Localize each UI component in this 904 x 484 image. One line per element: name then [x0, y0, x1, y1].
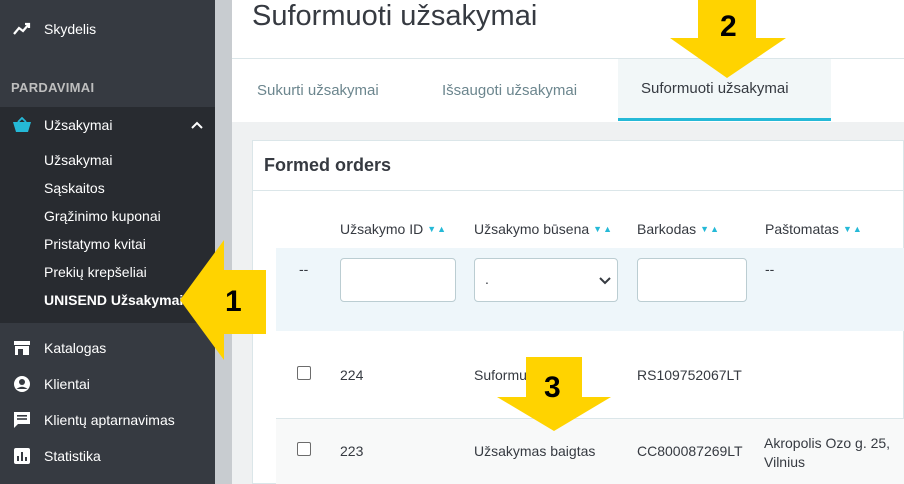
chevron-up-icon[interactable]	[191, 117, 203, 133]
sidebar-item-customers[interactable]: Klientai	[0, 373, 215, 395]
column-header-order-id[interactable]: Užsakymo ID ▼▲	[340, 221, 447, 237]
sidebar-item-label: Katalogas	[44, 340, 107, 356]
sort-icon[interactable]: ▼▲	[700, 224, 720, 234]
sidebar-subitem-carts[interactable]: Prekių krepšeliai	[44, 264, 147, 280]
bar-chart-icon	[11, 447, 33, 465]
annotation-number-2: 2	[720, 10, 737, 43]
sidebar-subitem-orders[interactable]: Užsakymai	[44, 152, 112, 168]
sidebar-item-customer-service[interactable]: Klientų aptarnavimas	[0, 409, 215, 431]
sort-icon[interactable]: ▼▲	[843, 224, 863, 234]
parcel-locker-cell: Akropolis Ozo g. 25, Vilnius	[764, 435, 891, 470]
panel-header: Formed orders	[253, 141, 904, 191]
annotation-number-3: 3	[544, 371, 561, 404]
order-id-cell: 224	[340, 367, 364, 383]
sidebar-item-label: Statistika	[44, 448, 101, 464]
column-label: Užsakymo ID	[340, 221, 424, 237]
select-value: .	[485, 271, 489, 287]
column-header-order-status[interactable]: Užsakymo būsena ▼▲	[474, 221, 613, 237]
tab-created-orders[interactable]: Sukurti užsakymai	[257, 59, 379, 121]
order-id-cell: 223	[340, 443, 364, 459]
sidebar-subitem-invoices[interactable]: Sąskaitos	[44, 180, 105, 196]
column-label: Paštomatas	[765, 221, 839, 237]
column-header-barcode[interactable]: Barkodas ▼▲	[637, 221, 720, 237]
filter-placeholder: --	[299, 261, 309, 277]
order-status-filter-select[interactable]: .	[474, 258, 618, 302]
sidebar-subitem-delivery-slips[interactable]: Pristatymo kvitai	[44, 236, 146, 252]
sidebar-subitem-credit-slips[interactable]: Grąžinimo kuponai	[44, 208, 161, 224]
barcode-cell: CC800087269LT	[637, 443, 743, 459]
chevron-down-icon	[599, 272, 611, 288]
filter-placeholder: --	[765, 261, 775, 277]
order-status-cell: Užsakymas baigtas	[474, 443, 596, 459]
panel-title: Formed orders	[264, 155, 392, 175]
tab-bar: Sukurti užsakymai Išsaugoti užsakymai Su…	[232, 58, 904, 121]
sort-icon[interactable]: ▼▲	[593, 224, 613, 234]
sidebar-item-dashboard[interactable]: Skydelis	[0, 18, 215, 40]
trending-up-icon	[11, 20, 33, 38]
row-checkbox[interactable]	[297, 366, 311, 380]
annotation-number-1: 1	[225, 285, 242, 318]
row-checkbox[interactable]	[297, 442, 311, 456]
basket-icon	[11, 116, 33, 134]
column-header-parcel-locker[interactable]: Paštomatas ▼▲	[765, 221, 863, 237]
sidebar-subitem-unisend-orders[interactable]: UNISEND Užsakymai	[44, 292, 183, 308]
sidebar-item-statistics[interactable]: Statistika	[0, 445, 215, 467]
page-title: Suformuoti užsakymai	[252, 0, 538, 32]
barcode-filter-input[interactable]	[637, 258, 747, 302]
barcode-cell: RS109752067LT	[637, 367, 742, 383]
sidebar-item-label: Skydelis	[44, 21, 97, 37]
column-label: Barkodas	[637, 221, 697, 237]
tab-saved-orders[interactable]: Išsaugoti užsakymai	[442, 59, 577, 121]
store-icon	[11, 339, 33, 357]
sort-icon[interactable]: ▼▲	[427, 224, 447, 234]
order-id-filter-input[interactable]	[340, 258, 456, 302]
column-label: Užsakymo būsena	[474, 221, 590, 237]
sidebar-item-orders[interactable]: Užsakymai	[0, 107, 215, 143]
sidebar-item-label: Klientų aptarnavimas	[44, 412, 175, 428]
account-circle-icon	[11, 375, 33, 393]
page-header: Suformuoti užsakymai Sukurti užsakymai I…	[232, 0, 904, 122]
sidebar-item-label: Klientai	[44, 376, 90, 392]
chat-icon	[11, 411, 33, 429]
sidebar-item-label: Užsakymai	[44, 117, 113, 133]
sidebar-section-sales: PARDAVIMAI	[11, 80, 95, 95]
